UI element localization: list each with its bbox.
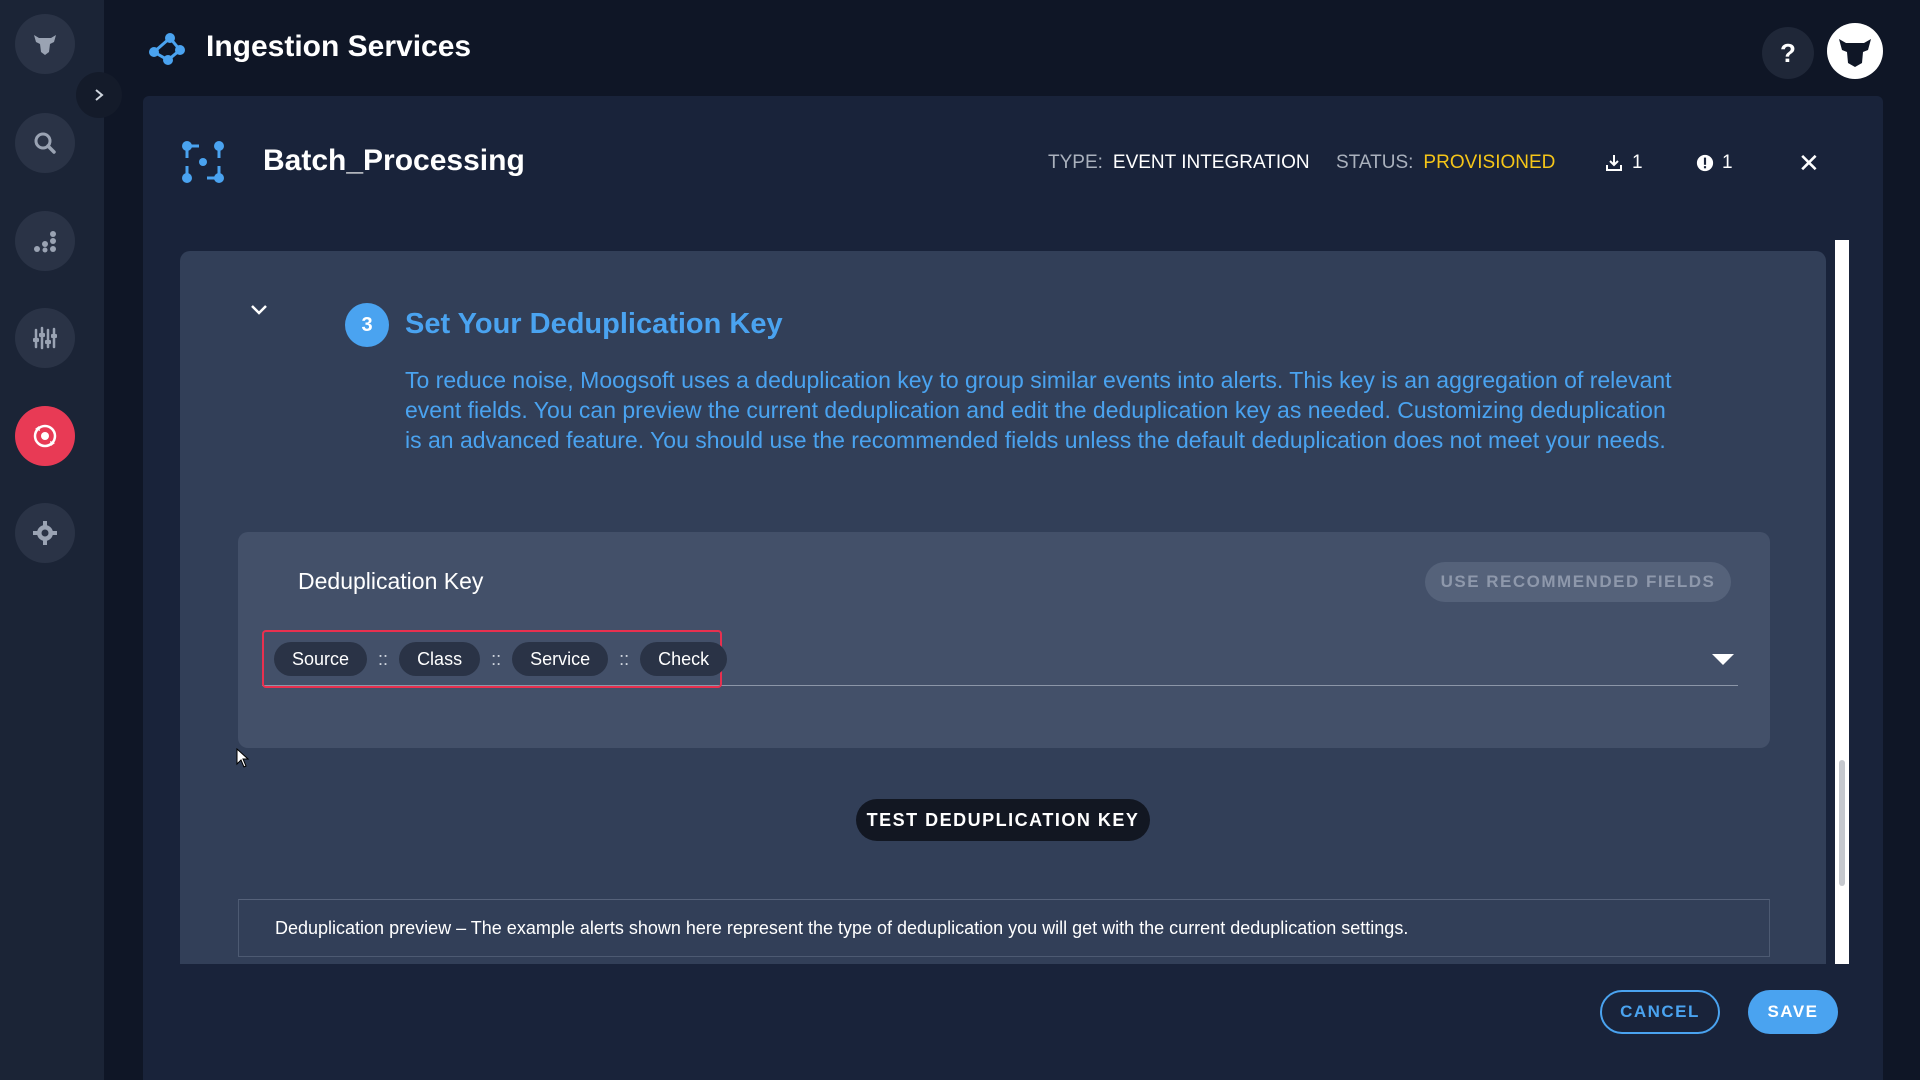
dedup-key-card: Deduplication Key USE RECOMMENDED FIELDS… [238,532,1770,748]
moogsoft-logo-icon[interactable] [15,14,75,74]
moogsoft-avatar-icon [1839,39,1871,67]
tuning-icon[interactable] [15,308,75,368]
top-bar: Ingestion Services ? [104,0,1920,96]
dedup-preview: Deduplication preview – The example aler… [238,899,1770,957]
integrations-icon[interactable] [15,406,75,466]
save-button[interactable]: SAVE [1748,990,1838,1034]
type-label: TYPE: [1048,152,1103,173]
step-title: Set Your Deduplication Key [405,308,783,340]
analytics-icon[interactable] [15,211,75,271]
test-dedup-key-button[interactable]: TEST DEDUPLICATION KEY [856,799,1150,841]
alerts-counter[interactable]: 1 [1696,152,1733,174]
info-alert-icon [1696,154,1714,172]
type-value: EVENT INTEGRATION [1112,152,1310,173]
key-chip-source[interactable]: Source [274,642,368,676]
status-meta: STATUS: PROVISIONED [1336,152,1555,174]
step-description: To reduce noise, Moogsoft uses a dedupli… [405,367,1672,453]
alerts-count: 1 [1722,152,1733,173]
cancel-button[interactable]: CANCEL [1600,990,1720,1034]
status-value: PROVISIONED [1423,152,1556,173]
help-button[interactable]: ? [1762,27,1814,79]
status-label: STATUS: [1336,152,1414,173]
key-chip-class[interactable]: Class [399,642,481,676]
left-nav-rail [0,0,104,1080]
scrollbar-thumb[interactable] [1839,760,1845,886]
key-separator: :: [378,648,389,669]
app-title: Ingestion Services [206,30,472,63]
dropdown-caret-icon[interactable] [1712,654,1734,665]
close-icon[interactable]: ✕ [1798,148,1820,179]
key-chip-service[interactable]: Service [512,642,609,676]
key-separator: :: [491,648,502,669]
integration-title: Batch_Processing [263,144,525,177]
user-avatar[interactable] [1827,23,1883,79]
dedup-key-label: Deduplication Key [298,568,484,594]
downloads-counter[interactable]: 1 [1604,152,1643,174]
step-number-badge: 3 [345,303,389,347]
step-content: 3 Set Your Deduplication Key To reduce n… [180,251,1826,964]
settings-icon[interactable] [15,503,75,563]
search-icon[interactable] [15,113,75,173]
type-meta: TYPE: EVENT INTEGRATION [1048,152,1310,174]
key-separator: :: [619,648,630,669]
mouse-cursor-icon [236,748,250,768]
download-icon [1606,155,1622,171]
panel-header: Batch_Processing TYPE: EVENT INTEGRATION … [143,96,1883,226]
integration-entity-icon [182,141,224,183]
ingestion-services-logo-icon [149,33,185,65]
use-recommended-fields-button[interactable]: USE RECOMMENDED FIELDS [1425,562,1731,602]
dedup-key-select[interactable]: Source :: Class :: Service :: Check [262,630,1738,688]
chevron-down-icon[interactable] [249,303,269,317]
dedup-preview-text: Deduplication preview – The example aler… [275,918,1409,938]
key-chips: Source :: Class :: Service :: Check [274,642,728,676]
integration-panel: Batch_Processing TYPE: EVENT INTEGRATION … [143,96,1883,1080]
downloads-count: 1 [1632,152,1643,173]
key-chip-check[interactable]: Check [640,642,728,676]
